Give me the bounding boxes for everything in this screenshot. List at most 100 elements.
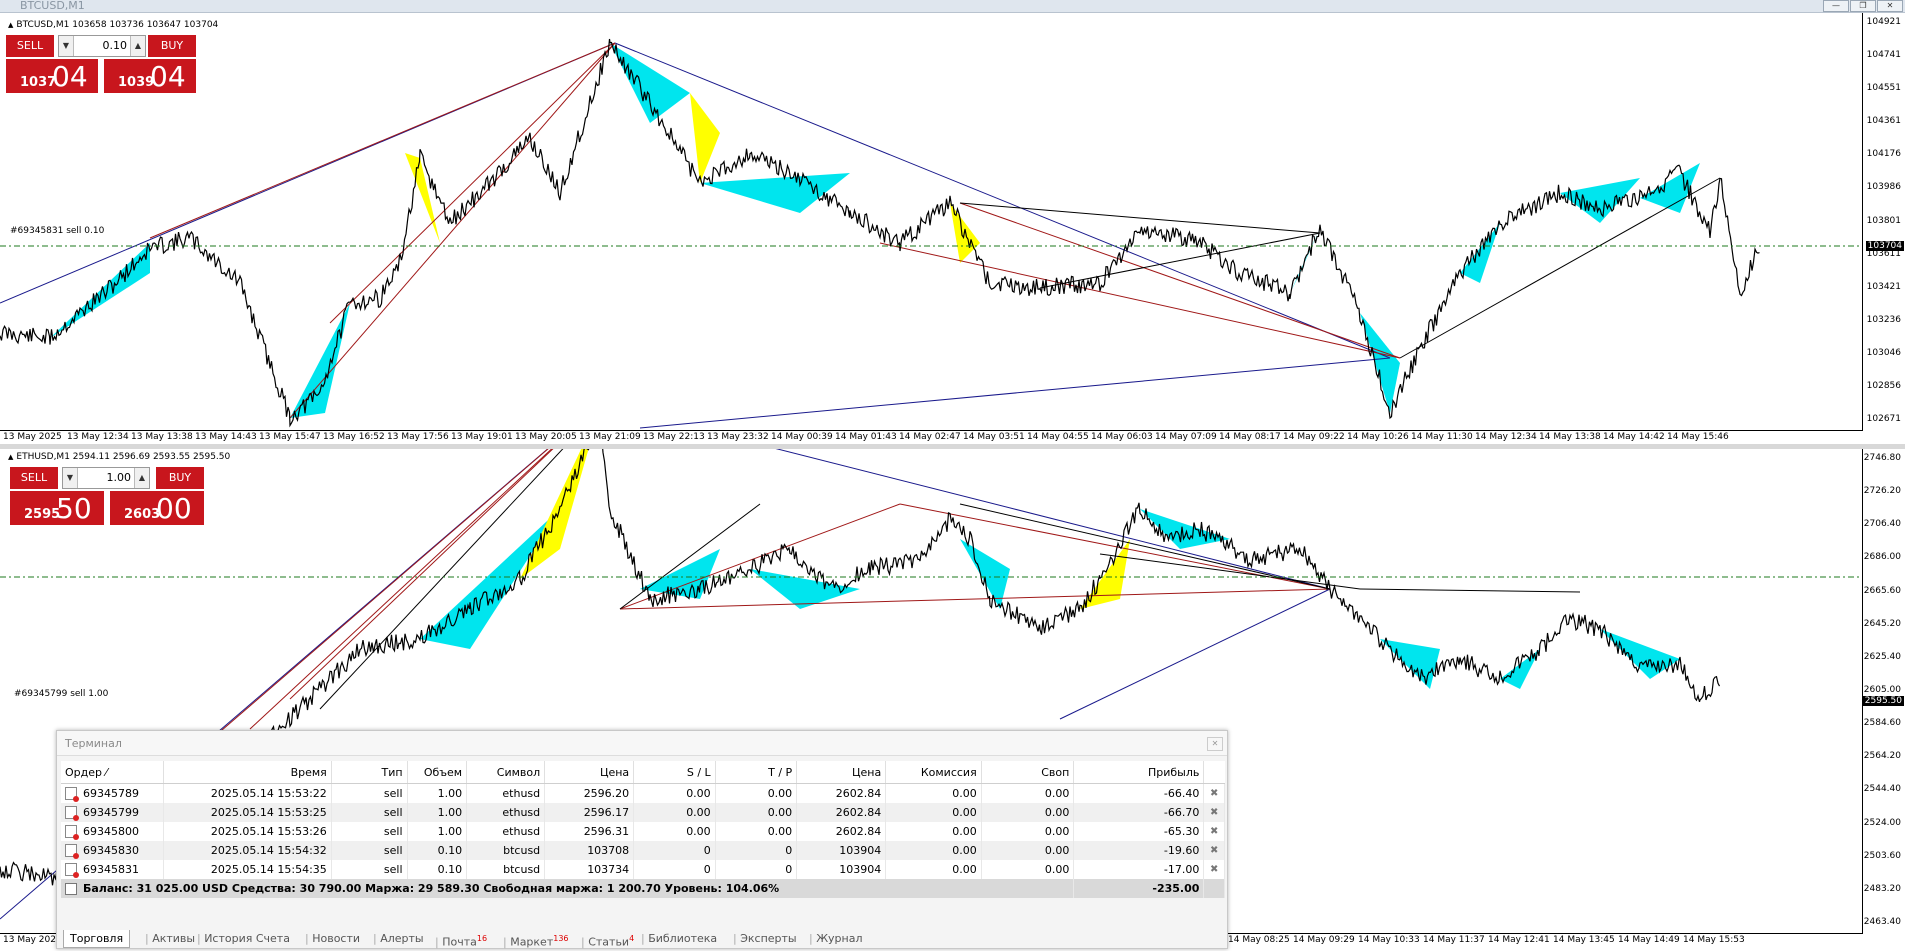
ethusd-buy-price[interactable]: 2603 00 xyxy=(110,491,204,525)
close-order-icon[interactable]: ✖ xyxy=(1203,803,1225,822)
col-volume[interactable]: Объем xyxy=(407,761,468,784)
col-tp[interactable]: T / P xyxy=(715,761,798,784)
order-sl[interactable]: 0.00 xyxy=(633,822,716,841)
order-row[interactable]: 69345799 2025.05.14 15:53:25 sell 1.00 e… xyxy=(61,803,1225,822)
col-swap[interactable]: Своп xyxy=(981,761,1075,784)
order-row[interactable]: 69345831 2025.05.14 15:54:35 sell 0.10 b… xyxy=(61,860,1225,879)
order-current-price: 103904 xyxy=(796,841,887,860)
ethusd-price-axis[interactable]: 2746.80 2726.20 2706.40 2686.00 2665.60 2645.… xyxy=(1862,449,1905,933)
btcusd-sell-price[interactable]: 1037 04 xyxy=(6,59,98,93)
lot-decrease-icon[interactable]: ▼ xyxy=(63,468,78,488)
lot-increase-icon[interactable]: ▲ xyxy=(134,468,149,488)
tab-1[interactable]: Торговля xyxy=(63,930,131,948)
order-tp[interactable]: 0.00 xyxy=(715,803,798,822)
btcusd-chart[interactable]: ▲ BTCUSD,M1 103658 103736 103647 103704 #… xyxy=(0,13,1905,444)
tab-5[interactable]: | Алерты xyxy=(373,930,424,947)
col-current-price[interactable]: Цена xyxy=(796,761,887,784)
price-tick-label: 2726.20 xyxy=(1863,486,1901,497)
order-row[interactable]: 69345789 2025.05.14 15:53:22 sell 1.00 e… xyxy=(61,783,1225,803)
tab-4[interactable]: | Новости xyxy=(305,930,360,947)
window-title: BTCUSD,M1 xyxy=(20,0,85,12)
btcusd-order-label[interactable]: #69345831 sell 0.10 xyxy=(10,226,104,236)
btcusd-price-plot[interactable] xyxy=(0,13,1863,430)
close-order-icon[interactable]: ✖ xyxy=(1203,841,1225,860)
price-tick-label: 2584.60 xyxy=(1863,718,1901,729)
terminal-titlebar[interactable]: Терминал ✕ xyxy=(57,731,1227,756)
col-symbol[interactable]: Символ xyxy=(466,761,546,784)
time-tick-label: 13 May 16:52 xyxy=(323,432,385,442)
close-order-icon[interactable]: ✖ xyxy=(1203,822,1225,841)
order-commission: 0.00 xyxy=(885,860,982,879)
tab-8[interactable]: | Статьи4 xyxy=(581,930,634,949)
order-sl[interactable]: 0 xyxy=(633,860,716,879)
lot-value[interactable]: 1.00 xyxy=(107,471,132,484)
close-icon[interactable]: ✕ xyxy=(1207,737,1223,751)
order-sl[interactable]: 0.00 xyxy=(633,783,716,803)
close-button[interactable]: ✕ xyxy=(1877,0,1903,12)
order-tp[interactable]: 0 xyxy=(715,860,798,879)
tab-10[interactable]: | Эксперты xyxy=(733,930,797,947)
btcusd-lot-field[interactable]: ▼ 0.10 ▲ xyxy=(58,35,146,57)
sell-price-big: 04 xyxy=(52,60,88,93)
order-sl[interactable]: 0.00 xyxy=(633,803,716,822)
lot-increase-icon[interactable]: ▲ xyxy=(130,36,145,56)
tab-7[interactable]: | Маркет136 xyxy=(503,930,569,949)
order-volume: 1.00 xyxy=(407,783,468,803)
btcusd-buy-price[interactable]: 1039 04 xyxy=(104,59,196,93)
order-commission: 0.00 xyxy=(885,803,982,822)
price-tick-label: 2746.80 xyxy=(1863,453,1901,463)
order-current-price: 2602.84 xyxy=(796,822,887,841)
tab-2[interactable]: | Активы xyxy=(145,930,195,947)
col-price[interactable]: Цена xyxy=(544,761,635,784)
lot-value[interactable]: 0.10 xyxy=(103,39,128,52)
btcusd-sell-button[interactable]: SELL xyxy=(6,35,54,57)
order-price: 2596.31 xyxy=(544,822,635,841)
col-sl[interactable]: S / L xyxy=(633,761,716,784)
close-order-icon[interactable]: ✖ xyxy=(1203,860,1225,879)
time-tick-label: 14 May 15:46 xyxy=(1667,432,1729,442)
time-tick-label: 13 May 202 xyxy=(3,935,56,945)
sell-price-small: 1037 xyxy=(20,75,57,90)
tab-9[interactable]: | Библиотека xyxy=(641,930,717,947)
col-time[interactable]: Время xyxy=(163,761,332,784)
ethusd-sell-button[interactable]: SELL xyxy=(10,467,58,489)
order-tp[interactable]: 0 xyxy=(715,841,798,860)
tab-3[interactable]: | История Счета xyxy=(197,930,290,947)
restore-button[interactable]: ❐ xyxy=(1850,0,1876,12)
tab-6[interactable]: | Почта16 xyxy=(435,930,487,949)
trend-line xyxy=(319,449,564,710)
order-sl[interactable]: 0 xyxy=(633,841,716,860)
order-tp[interactable]: 0.00 xyxy=(715,783,798,803)
price-tick-label: 104176 xyxy=(1866,149,1901,160)
btcusd-price-axis[interactable]: 104921 104741 104551 104361 104176 103986 1038… xyxy=(1862,13,1905,430)
order-current-price: 2602.84 xyxy=(796,803,887,822)
col-profit[interactable]: Прибыль xyxy=(1073,761,1205,784)
pattern-fill xyxy=(700,173,850,213)
col-type[interactable]: Тип xyxy=(331,761,408,784)
close-order-icon[interactable]: ✖ xyxy=(1203,783,1225,803)
order-row[interactable]: 69345830 2025.05.14 15:54:32 sell 0.10 b… xyxy=(61,841,1225,860)
price-tick-label: 2645.20 xyxy=(1863,618,1901,629)
btcusd-time-axis[interactable]: 13 May 2025 13 May 12:34 13 May 13:38 13 Ma… xyxy=(0,430,1863,444)
summary-blank xyxy=(1203,879,1225,898)
order-commission: 0.00 xyxy=(885,822,982,841)
ethusd-order-label[interactable]: #69345799 sell 1.00 xyxy=(14,689,108,699)
order-profit: -66.40 xyxy=(1073,783,1205,803)
price-tick-label: 103986 xyxy=(1866,182,1901,193)
order-type: sell xyxy=(331,783,408,803)
minimize-button[interactable]: — xyxy=(1823,0,1849,12)
order-tp[interactable]: 0.00 xyxy=(715,822,798,841)
ethusd-buy-button[interactable]: BUY xyxy=(156,467,204,489)
btcusd-one-click-panel: SELL ▼ 0.10 ▲ BUY 1037 04 1039 04 xyxy=(6,35,196,93)
tab-label: Новости xyxy=(312,932,361,945)
tab-11[interactable]: | Журнал xyxy=(809,930,863,947)
col-order[interactable]: Ордер ⁄ xyxy=(61,761,164,784)
ethusd-sell-price[interactable]: 2595 50 xyxy=(10,491,104,525)
tab-label: Эксперты xyxy=(740,932,797,945)
lot-decrease-icon[interactable]: ▼ xyxy=(59,36,74,56)
time-tick-label: 14 May 10:26 xyxy=(1347,432,1409,442)
ethusd-lot-field[interactable]: ▼ 1.00 ▲ xyxy=(62,467,150,489)
order-row[interactable]: 69345800 2025.05.14 15:53:26 sell 1.00 e… xyxy=(61,822,1225,841)
col-commission[interactable]: Комиссия xyxy=(885,761,982,784)
btcusd-buy-button[interactable]: BUY xyxy=(148,35,196,57)
